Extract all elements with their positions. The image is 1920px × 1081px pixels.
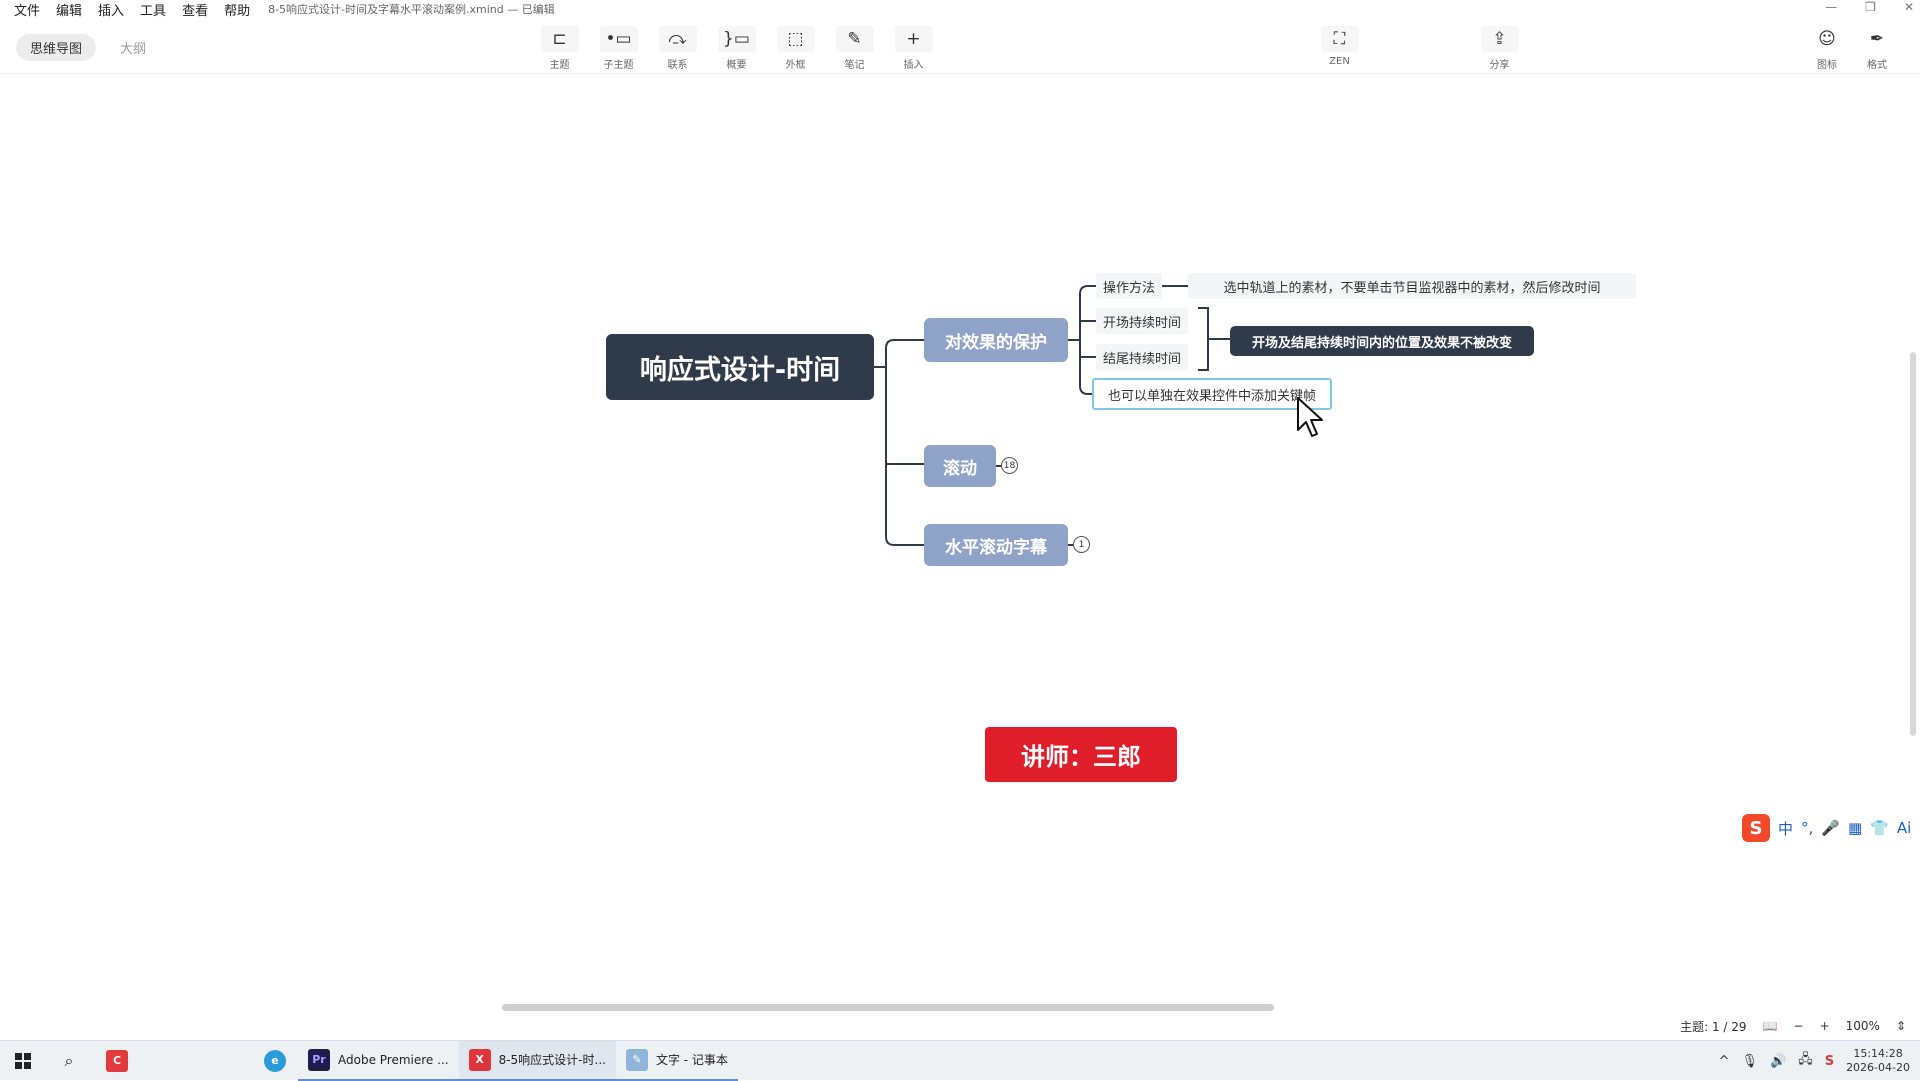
branch-scroll[interactable]: 滚动 — [924, 445, 996, 487]
zoom-out-icon[interactable]: − — [1794, 1019, 1804, 1033]
horizontal-scrollbar[interactable] — [502, 1004, 1274, 1011]
start-button[interactable] — [0, 1041, 46, 1081]
topic-count: 主题: 1 / 29 — [1680, 1019, 1747, 1034]
edge-icon: e — [264, 1049, 286, 1072]
skin-icon[interactable]: 👕 — [1870, 819, 1889, 837]
subtopic-outro-duration[interactable]: 结尾持续时间 — [1096, 344, 1188, 370]
microphone-tray-icon[interactable]: 🎙 — [1741, 1054, 1758, 1069]
xmind-icon: X — [468, 1048, 491, 1071]
chevron-up-icon[interactable]: ^ — [1719, 1054, 1730, 1069]
sogou-logo-icon[interactable]: S — [1742, 814, 1770, 842]
ime-toolbar: S 中 °, 🎤 ▦ 👕 Ai — [1742, 814, 1911, 842]
collapse-badge-scroll[interactable]: 18 — [1001, 457, 1018, 474]
central-topic[interactable]: 响应式设计-时间 — [606, 334, 874, 400]
collapse-badge-horizontal[interactable]: 1 — [1073, 536, 1090, 553]
premiere-icon: Pr — [308, 1048, 330, 1071]
pinned-app-icon: C — [106, 1049, 128, 1072]
mouse-cursor-icon — [1297, 397, 1323, 437]
vertical-scrollbar[interactable] — [1910, 352, 1916, 736]
taskbar-edge[interactable]: e — [252, 1041, 298, 1081]
subtopic-method[interactable]: 操作方法 — [1096, 273, 1162, 299]
volume-icon[interactable]: 🔊 — [1770, 1054, 1786, 1069]
microphone-icon[interactable]: 🎤 — [1821, 819, 1840, 837]
ime-ai[interactable]: Ai — [1897, 819, 1911, 837]
taskbar-pinned-app[interactable]: C — [92, 1041, 142, 1081]
clock[interactable]: 15:14:28 2026-04-20 — [1846, 1047, 1910, 1075]
taskbar-xmind[interactable]: X 8-5响应式设计-时... — [458, 1040, 616, 1081]
keyboard-icon[interactable]: ▦ — [1848, 819, 1862, 837]
ime-mode[interactable]: 中 — [1778, 818, 1793, 839]
taskbar: ⌕ C e Pr Adobe Premiere ... X 8-5响应式设计-时… — [0, 1040, 1920, 1081]
ime-tray-icon[interactable]: S — [1825, 1054, 1834, 1069]
zoom-stepper-icon[interactable]: ⇕ — [1896, 1019, 1906, 1033]
status-bar: 主题: 1 / 29 📖 − + 100% ⇕ — [0, 1014, 1920, 1038]
taskbar-notepad[interactable]: ✎ 文字 - 记事本 — [615, 1041, 738, 1081]
subtopic-intro-duration[interactable]: 开场持续时间 — [1096, 308, 1188, 334]
summary-topic[interactable]: 开场及结尾持续时间内的位置及效果不被改变 — [1230, 326, 1534, 356]
zoom-level[interactable]: 100% — [1846, 1019, 1880, 1033]
branch-horizontal-scroll-text[interactable]: 水平滚动字幕 — [924, 524, 1068, 566]
notepad-icon: ✎ — [625, 1048, 648, 1071]
subtopic-method-detail[interactable]: 选中轨道上的素材，不要单击节目监视器中的素材，然后修改时间 — [1188, 273, 1636, 299]
book-icon[interactable]: 📖 — [1763, 1019, 1778, 1033]
branch-effect-protection[interactable]: 对效果的保护 — [924, 318, 1068, 362]
network-icon[interactable]: 🖧 — [1798, 1050, 1813, 1072]
zoom-in-icon[interactable]: + — [1820, 1019, 1830, 1033]
search-icon[interactable]: ⌕ — [46, 1041, 92, 1081]
taskbar-premiere[interactable]: Pr Adobe Premiere ... — [298, 1041, 459, 1081]
punctuation-icon[interactable]: °, — [1801, 819, 1813, 837]
system-tray: ^ 🎙 🔊 🖧 S 15:14:28 2026-04-20 — [1719, 1041, 1910, 1081]
teacher-label: 讲师：三郎 — [985, 727, 1177, 782]
windows-icon — [15, 1052, 31, 1069]
